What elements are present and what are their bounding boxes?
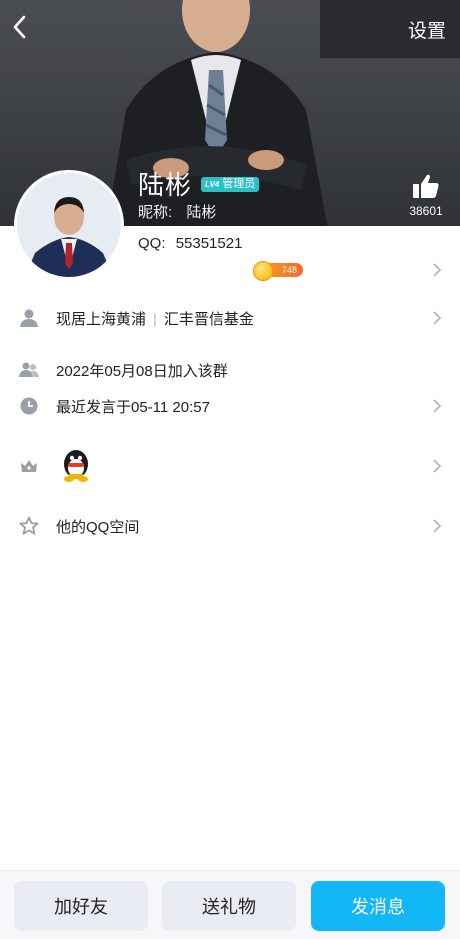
settings-button[interactable]: 设置 — [408, 16, 446, 43]
qq-penguin-badge-icon — [64, 450, 88, 482]
company-text: 汇丰晋信基金 — [163, 311, 254, 328]
avatar[interactable] — [17, 173, 121, 277]
profile-chevron-right-icon[interactable] — [432, 262, 442, 278]
last-post-text: 最近发言于05-11 20:57 — [56, 399, 210, 416]
coin-icon — [253, 261, 273, 281]
add-friend-button[interactable]: 加好友 — [14, 881, 148, 931]
chevron-right-icon — [433, 311, 442, 325]
nickname-value: 陆彬 — [186, 204, 217, 221]
avatar-photo — [17, 173, 121, 277]
qzone-row[interactable]: 他的QQ空间 — [0, 506, 460, 546]
send-gift-button[interactable]: 送礼物 — [162, 881, 296, 931]
like-button[interactable]: 38601 — [406, 173, 446, 218]
profile-name: 陆彬 — [138, 170, 193, 200]
cover-photo-person — [106, 0, 328, 226]
send-message-button[interactable]: 发消息 — [311, 881, 445, 931]
nickname-row: 昵称: 陆彬 — [138, 201, 216, 222]
qq-number-row: QQ: 55351521 — [138, 235, 242, 252]
location-text: 现居上海黄浦 — [56, 311, 147, 328]
level-text: LV4 — [205, 180, 220, 189]
qzone-text: 他的QQ空间 — [56, 519, 140, 536]
nickname-label: 昵称: — [138, 204, 173, 221]
member-level-badge: LV4 管理员 — [201, 177, 260, 192]
qq-label: QQ: — [138, 235, 166, 252]
join-date-row: 2022年05月08日加入该群 — [0, 350, 460, 390]
qq-number: 55351521 — [175, 235, 243, 252]
thumbs-up-icon — [413, 174, 439, 198]
like-count: 38601 — [409, 204, 443, 218]
location-company-text: 现居上海黄浦 | 汇丰晋信基金 — [56, 308, 254, 329]
role-text: 管理员 — [222, 178, 256, 190]
location-company-row[interactable]: 现居上海黄浦 | 汇丰晋信基金 — [0, 298, 460, 338]
clock-icon — [20, 397, 38, 415]
person-icon — [20, 309, 38, 327]
chevron-right-icon — [433, 519, 442, 533]
group-members-icon — [19, 362, 39, 377]
separator: | — [153, 311, 157, 328]
join-date-text: 2022年05月08日加入该群 — [56, 363, 228, 380]
last-post-row[interactable]: 最近发言于05-11 20:57 — [0, 386, 460, 426]
coin-value: 748 — [281, 265, 297, 275]
bottom-action-bar: 加好友 送礼物 发消息 — [0, 870, 460, 939]
badges-row[interactable] — [0, 446, 460, 486]
star-icon — [19, 516, 39, 535]
back-arrow-icon[interactable] — [8, 12, 32, 42]
chevron-right-icon — [433, 399, 442, 413]
coin-badge: 748 — [253, 261, 303, 281]
crown-icon — [21, 460, 37, 472]
chevron-right-icon — [433, 459, 442, 473]
